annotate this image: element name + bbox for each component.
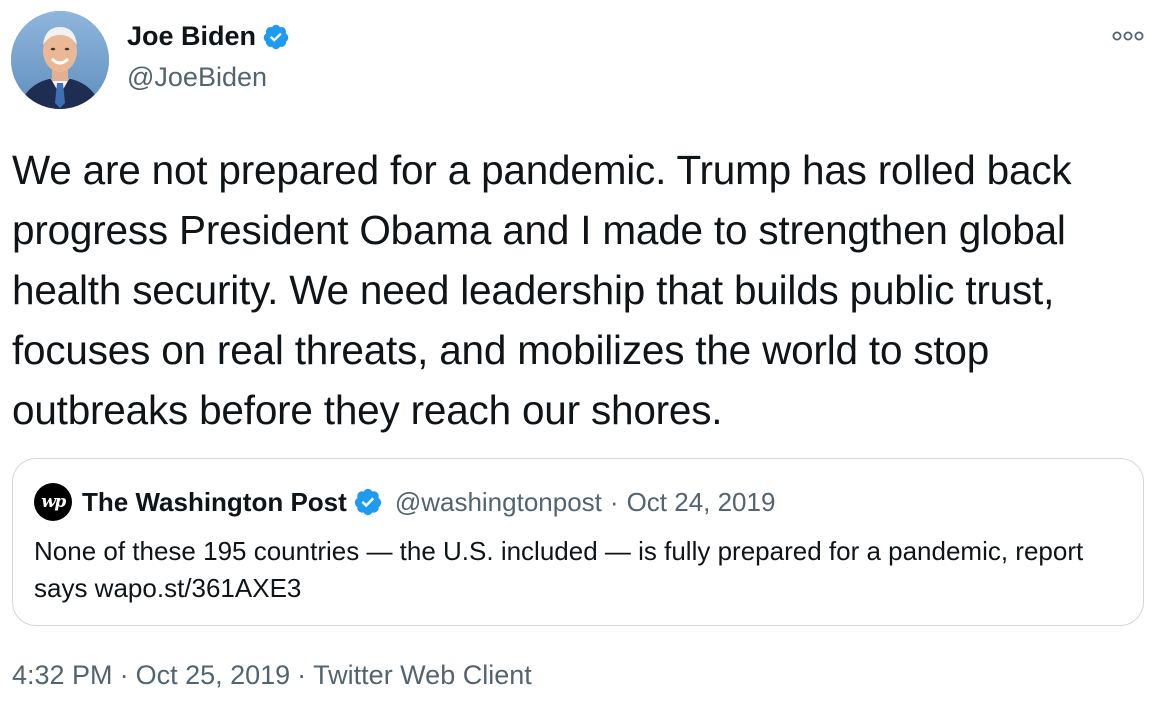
- quoted-tweet-text: None of these 195 countries — the U.S. i…: [34, 536, 1084, 603]
- author-name[interactable]: Joe Biden: [127, 21, 290, 52]
- separator-dot: ·: [609, 486, 619, 517]
- author-handle[interactable]: @JoeBiden: [127, 62, 267, 93]
- author-avatar[interactable]: [11, 11, 109, 109]
- more-options-icon[interactable]: [1112, 28, 1144, 44]
- tweet-timestamp: 4:32 PM · Oct 25, 2019 · Twitter Web Client: [12, 660, 532, 691]
- tweet-card: Joe Biden @JoeBiden We are not prepared …: [0, 0, 1164, 720]
- quoted-tweet[interactable]: wp The Washington Post @washingtonpost ·…: [12, 458, 1144, 626]
- tweet-date[interactable]: Oct 25, 2019: [136, 660, 291, 690]
- separator-dot: ·: [119, 660, 129, 690]
- quoted-tweet-header: wp The Washington Post @washingtonpost ·…: [34, 483, 775, 521]
- tweet-time[interactable]: 4:32 PM: [12, 660, 113, 690]
- verified-badge-icon: [263, 24, 289, 49]
- quoted-tweet-date[interactable]: Oct 24, 2019: [627, 487, 776, 518]
- tweet-source-link[interactable]: Twitter Web Client: [313, 660, 532, 690]
- tweet-text: We are not prepared for a pandemic. Trum…: [12, 147, 1072, 433]
- author-name-text: Joe Biden: [127, 21, 257, 51]
- quoted-author-name[interactable]: The Washington Post: [82, 487, 347, 518]
- verified-badge-icon: [354, 488, 381, 516]
- separator-dot: ·: [297, 660, 307, 690]
- washington-post-logo-icon: wp: [34, 483, 72, 521]
- quoted-author-handle[interactable]: @washingtonpost: [395, 487, 602, 518]
- avatar-photo-icon: [11, 11, 109, 109]
